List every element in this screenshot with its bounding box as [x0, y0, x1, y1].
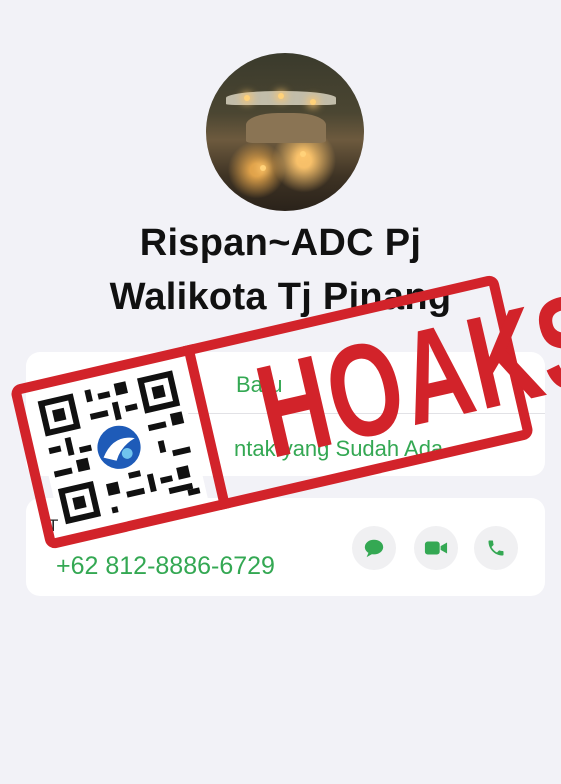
call-button[interactable] [474, 526, 518, 570]
message-icon [364, 539, 384, 558]
contact-name-line1: Rispan~ADC Pj [139, 222, 422, 264]
video-icon [424, 541, 448, 555]
message-button[interactable] [352, 526, 396, 570]
avatar-photo-light [278, 93, 284, 99]
phone-number[interactable]: +62 812-8886-6729 [56, 552, 275, 581]
avatar-photo-light [300, 151, 306, 157]
avatar-photo-light [260, 165, 266, 171]
video-call-button[interactable] [414, 526, 458, 570]
qr-code-icon [30, 362, 208, 533]
phone-icon [488, 540, 504, 556]
avatar-photo-light [310, 99, 316, 105]
avatar-photo-tent [246, 113, 326, 143]
contact-avatar[interactable] [206, 53, 364, 211]
avatar-photo-light [244, 95, 250, 101]
